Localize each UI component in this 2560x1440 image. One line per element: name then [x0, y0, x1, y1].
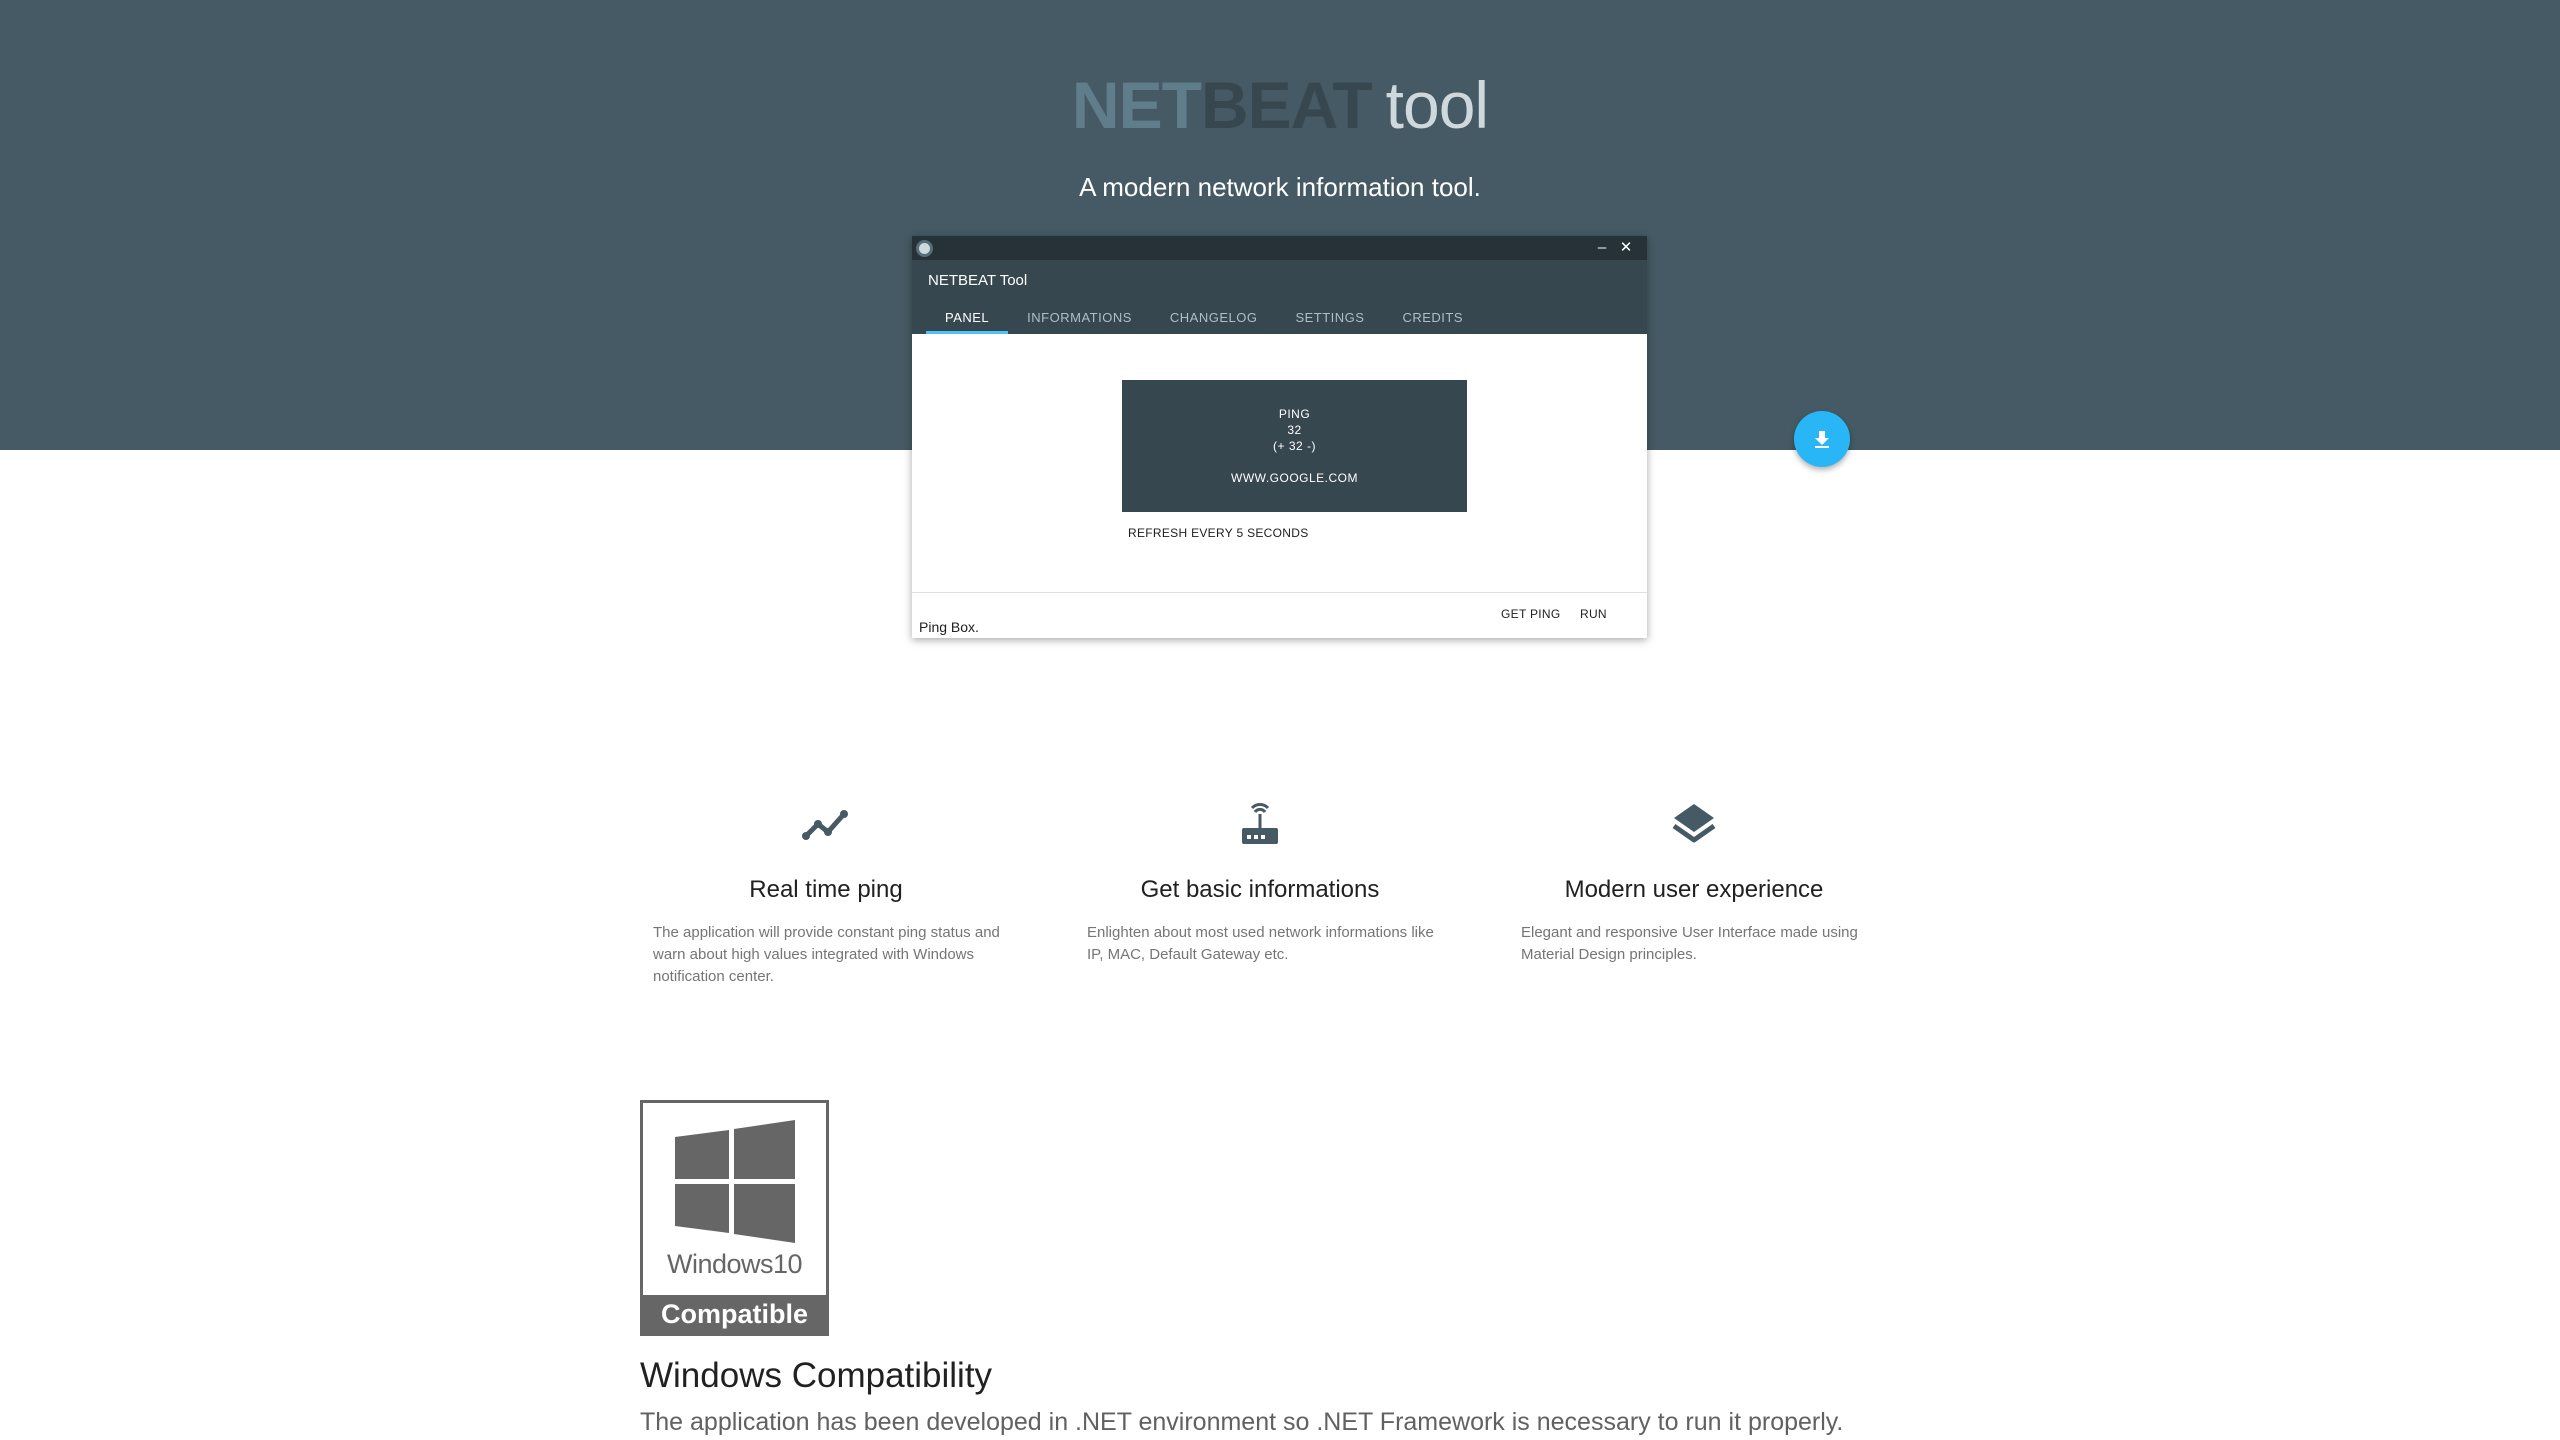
minimize-button[interactable]: –	[1591, 236, 1613, 260]
tagline: A modern network information tool.	[1079, 172, 1481, 202]
download-icon	[1815, 431, 1829, 448]
ping-label: PING	[1278, 407, 1311, 421]
footer-label: Ping Box.	[919, 619, 979, 635]
tab-informations[interactable]: INFORMATIONS	[1008, 300, 1151, 334]
tab-changelog[interactable]: CHANGELOG	[1151, 300, 1277, 334]
layers-icon	[1672, 804, 1716, 843]
refresh-interval-text: REFRESH EVERY 5 SECONDS	[1128, 526, 1309, 540]
ping-box: PING 32 (+ 32 -) WWW.GOOGLE.COM	[1122, 380, 1467, 512]
tab-bar: PANEL INFORMATIONS CHANGELOG SETTINGS CR…	[926, 300, 1482, 334]
feature-title: Modern user experience	[1564, 876, 1824, 903]
tab-settings[interactable]: SETTINGS	[1276, 300, 1383, 334]
panel-content: PING 32 (+ 32 -) WWW.GOOGLE.COM REFRESH …	[912, 334, 1647, 614]
badge-windows10-text: Windows10	[666, 1249, 803, 1279]
feature-real-time-ping: Real time ping The application will prov…	[636, 796, 1016, 988]
feature-description: Enlighten about most used network inform…	[1087, 924, 1434, 963]
logo-net: NET	[1071, 68, 1202, 142]
app-title: NETBEAT Tool	[928, 272, 1028, 289]
feature-title: Get basic informations	[1140, 876, 1380, 903]
trending-line-icon	[802, 810, 848, 840]
site-logo: NETBEAT tool	[0, 60, 2560, 150]
get-ping-button[interactable]: GET PING	[1501, 607, 1561, 621]
ping-delta: (+ 32 -)	[1272, 439, 1316, 453]
window-titlebar: – ✕	[912, 236, 1647, 260]
router-icon	[1242, 803, 1278, 844]
close-button[interactable]: ✕	[1615, 236, 1637, 260]
feature-description: The application will provide constant pi…	[653, 924, 1000, 985]
ping-host: WWW.GOOGLE.COM	[1231, 471, 1358, 485]
compatibility-title: Windows Compatibility	[640, 1356, 993, 1395]
download-button[interactable]	[1794, 411, 1850, 467]
logo-beat: BEAT	[1200, 68, 1373, 142]
feature-title: Real time ping	[749, 876, 903, 903]
app-screenshot-window: – ✕ NETBEAT Tool PANEL INFORMATIONS CHAN…	[912, 236, 1647, 638]
feature-modern-ux: Modern user experience Elegant and respo…	[1504, 796, 1884, 966]
tab-credits[interactable]: CREDITS	[1383, 300, 1482, 334]
windows10-compatible-badge: Windows10 Compatible	[640, 1100, 829, 1336]
compatibility-description: The application has been developed in .N…	[640, 1408, 1844, 1436]
app-bar: NETBEAT Tool PANEL INFORMATIONS CHANGELO…	[912, 260, 1647, 334]
tab-panel[interactable]: PANEL	[926, 300, 1009, 334]
logo-tool: tool	[1385, 68, 1489, 142]
app-footer: Ping Box. GET PING RUN	[912, 592, 1647, 638]
feature-description: Elegant and responsive User Interface ma…	[1521, 924, 1858, 963]
run-button[interactable]: RUN	[1580, 607, 1607, 621]
app-icon	[916, 240, 933, 257]
feature-basic-informations: Get basic informations Enlighten about m…	[1070, 796, 1450, 966]
badge-compatible-text: Compatible	[643, 1295, 826, 1333]
ping-value: 32	[1287, 423, 1302, 437]
windows-logo-icon	[675, 1120, 795, 1243]
